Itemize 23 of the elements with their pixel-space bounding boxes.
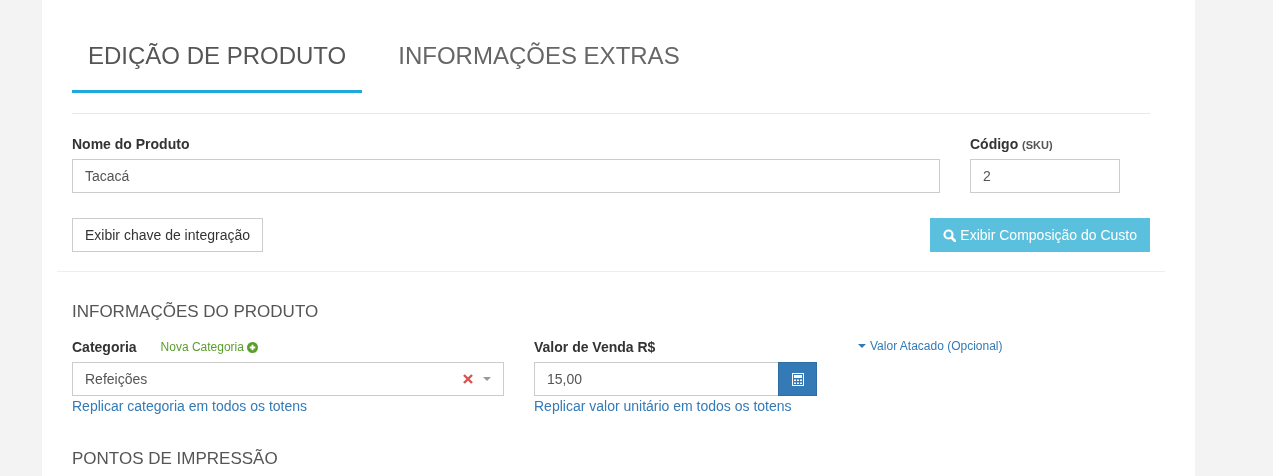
clear-icon[interactable] xyxy=(463,374,473,384)
field-label: Código (SKU) xyxy=(970,136,1054,152)
wholesale-price-link[interactable]: Valor Atacado (Opcional) xyxy=(858,339,1003,353)
price-field[interactable]: 15,00 xyxy=(534,362,778,396)
replicate-price-link[interactable]: Replicar valor unitário em todos os totens xyxy=(534,398,792,414)
section-heading: PONTOS DE IMPRESSÃO xyxy=(72,449,279,469)
product-name-field[interactable]: Tacacá xyxy=(72,159,940,193)
integration-key-button[interactable]: Exibir chave de integração xyxy=(72,218,263,252)
field-label: Nome do Produto xyxy=(72,136,191,152)
plus-circle-icon xyxy=(246,341,258,353)
tab[interactable]: EDIÇÃO DE PRODUTO xyxy=(72,38,363,93)
search-icon xyxy=(943,228,957,242)
calculator-icon xyxy=(791,372,804,386)
calculator-button[interactable] xyxy=(778,362,817,396)
replicate-category-link[interactable]: Replicar categoria em todos os totens xyxy=(72,398,307,414)
caret-icon xyxy=(858,344,866,348)
code-field[interactable]: 2 xyxy=(970,159,1120,193)
tab[interactable]: INFORMAÇÕES EXTRAS xyxy=(382,38,696,93)
field-label: Valor de Venda R$ xyxy=(534,339,657,355)
field-label: Categoria xyxy=(72,339,137,355)
section-heading: INFORMAÇÕES DO PRODUTO xyxy=(72,302,320,322)
caret-icon xyxy=(483,377,491,381)
category-select[interactable]: Refeições xyxy=(72,362,504,396)
